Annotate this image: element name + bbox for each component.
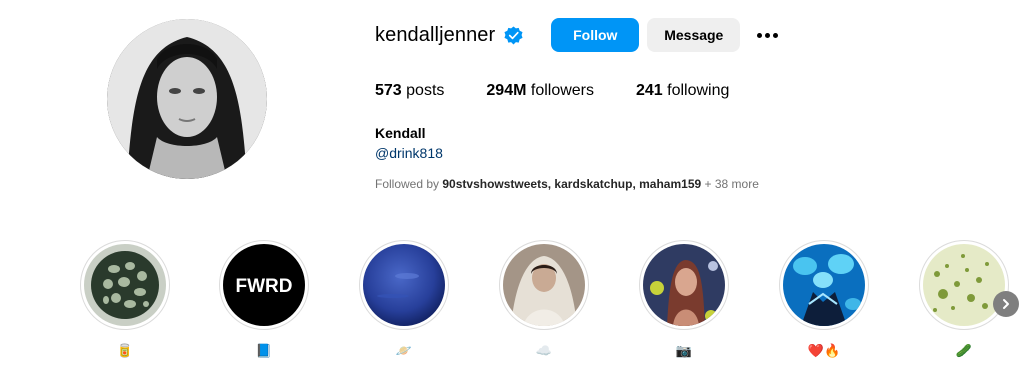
green-cells-thumbnail <box>923 244 1005 326</box>
woman-portrait-thumbnail <box>643 244 725 326</box>
fwrd-logo-text: FWRD <box>236 276 293 297</box>
verified-badge-icon <box>504 25 523 45</box>
bride-photo-thumbnail <box>503 244 585 326</box>
highlight-item[interactable]: 🪐 <box>359 240 449 370</box>
blue-planet-thumbnail <box>363 244 445 326</box>
following-label: following <box>662 82 730 99</box>
highlight-item[interactable]: ☁️ <box>499 240 589 370</box>
username: kendalljenner <box>375 23 496 46</box>
posts-count[interactable]: 573 posts <box>375 82 444 100</box>
snake-ball-thumbnail <box>84 244 166 326</box>
message-button[interactable]: Message <box>647 18 741 52</box>
highlight-item[interactable]: FWRD 📘 <box>219 240 309 370</box>
highlight-label: 🥒 <box>955 343 973 358</box>
full-name: Kendall <box>375 125 426 141</box>
posts-label: posts <box>401 82 445 99</box>
highlight-label: 📘 <box>255 343 273 358</box>
more-options-icon[interactable] <box>754 18 780 52</box>
followed-by[interactable]: Followed by 90stvshowstweets, kardskatch… <box>375 177 759 191</box>
profile-avatar[interactable] <box>107 19 267 179</box>
avatar-image <box>107 19 267 179</box>
highlight-cover[interactable] <box>919 240 1009 330</box>
highlight-label: ☁️ <box>535 343 553 358</box>
story-highlights: 🥫 FWRD 📘 🪐 ☁️ 📷 ❤️🔥 🥒 <box>0 240 1024 380</box>
following-number: 241 <box>636 82 663 99</box>
fwrd-logo-thumbnail: FWRD <box>223 244 305 326</box>
highlight-label: 🪐 <box>395 343 413 358</box>
highlight-cover[interactable] <box>499 240 589 330</box>
followed-by-suffix: + 38 more <box>701 177 759 191</box>
highlight-label: 🥫 <box>116 343 134 358</box>
highlight-cover[interactable] <box>359 240 449 330</box>
chevron-right-icon[interactable] <box>993 291 1019 317</box>
highlight-cover[interactable] <box>639 240 729 330</box>
followers-number: 294M <box>486 82 527 99</box>
followers-count[interactable]: 294M followers <box>486 82 594 100</box>
highlight-cover[interactable]: FWRD <box>219 240 309 330</box>
followers-label: followers <box>526 82 594 99</box>
highlight-cover[interactable] <box>779 240 869 330</box>
followed-by-users: 90stvshowstweets, kardskatchup, maham159 <box>442 177 702 191</box>
followed-by-prefix: Followed by <box>375 177 443 191</box>
highlight-cover[interactable] <box>80 240 170 330</box>
profile-stats: 573 posts 294M followers 241 following <box>375 82 771 100</box>
highlight-item[interactable]: ❤️🔥 <box>779 240 869 370</box>
highlight-label: 📷 <box>675 343 693 358</box>
posts-number: 573 <box>375 82 402 99</box>
bio-link[interactable]: @drink818 <box>375 145 443 161</box>
highlight-label: ❤️🔥 <box>807 343 841 358</box>
highlight-item[interactable]: 🥫 <box>80 240 170 370</box>
following-count[interactable]: 241 following <box>636 82 729 100</box>
follow-button[interactable]: Follow <box>551 18 640 52</box>
highlight-item[interactable]: 📷 <box>639 240 729 370</box>
jellyfish-thumbnail <box>783 244 865 326</box>
profile-header: kendalljenner Follow Message <box>375 18 780 52</box>
